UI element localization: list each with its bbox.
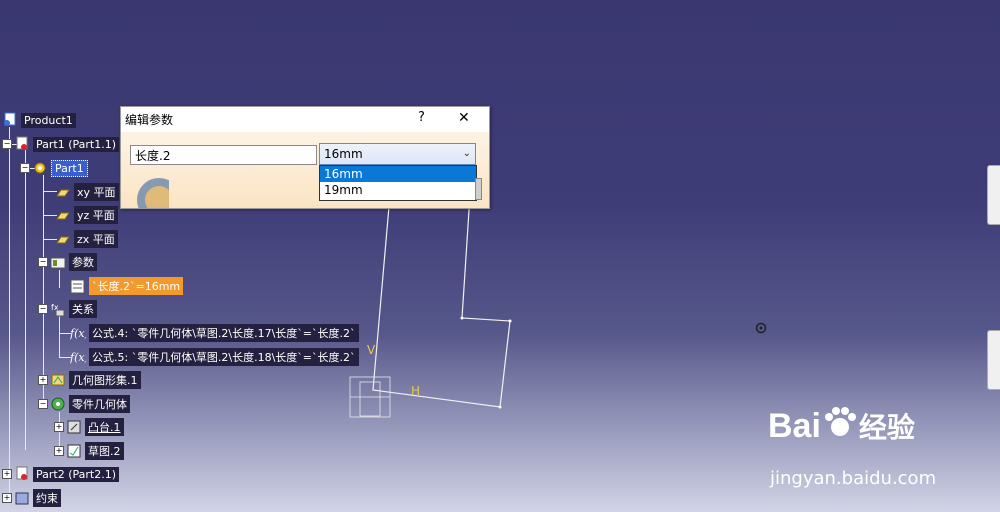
tree-part-body[interactable]: − 零件几何体 xyxy=(38,395,130,413)
tree-relations[interactable]: − fx 关系 xyxy=(38,300,97,318)
expand-icon[interactable]: + xyxy=(2,469,12,479)
product-icon xyxy=(2,112,18,128)
tree-geo-set[interactable]: + 几何图形集.1 xyxy=(38,371,141,389)
tree-part2[interactable]: + Part2 (Part2.1) xyxy=(2,465,120,483)
parameter-value-combo[interactable]: 16mm ⌄ xyxy=(319,143,476,165)
tree-label: 公式.4: `零件几何体\草图.2\长度.17\长度`=`长度.2` xyxy=(89,324,359,342)
close-button[interactable]: ✕ xyxy=(458,110,470,126)
pad-icon xyxy=(66,419,82,435)
tree-parameters[interactable]: − 参数 xyxy=(38,253,97,271)
dialog-ok-button-partial[interactable] xyxy=(475,178,482,200)
formula-icon: f(x) xyxy=(70,325,86,341)
dropdown-option-19mm[interactable]: 19mm xyxy=(320,182,476,198)
tree-label: Part2 (Part2.1) xyxy=(33,466,120,482)
tree-xy-plane[interactable]: xy 平面 xyxy=(55,183,119,201)
plane-icon xyxy=(55,184,71,200)
tree-label-highlighted: `长度.2`=16mm xyxy=(89,277,184,295)
part-icon xyxy=(14,466,30,482)
tree-label: zx 平面 xyxy=(74,230,118,248)
constraints-icon xyxy=(14,490,30,506)
paw-logo-icon xyxy=(824,407,856,436)
tree-label: 几何图形集.1 xyxy=(69,371,141,389)
parameters-icon xyxy=(50,254,66,270)
tree-label: Product1 xyxy=(21,112,76,128)
dialog-titlebar: 编辑参数 xyxy=(121,107,489,131)
gear-icon xyxy=(32,160,48,176)
watermark-brand2: 经验 xyxy=(858,411,915,444)
expand-icon[interactable]: + xyxy=(38,375,48,385)
part-icon xyxy=(14,136,30,152)
right-toolbar-bottom[interactable] xyxy=(987,330,1000,390)
right-toolbar-top[interactable] xyxy=(987,165,1000,225)
dialog-title: 编辑参数 xyxy=(125,112,174,127)
tree-sketch[interactable]: + 草图.2 xyxy=(54,442,124,460)
watermark-url: jingyan.baidu.com xyxy=(770,468,937,489)
tree-part1[interactable]: − Part1 (Part1.1) xyxy=(2,135,120,153)
tree-label: 参数 xyxy=(69,253,97,271)
expand-icon[interactable]: + xyxy=(54,422,64,432)
compass-point-icon xyxy=(755,322,767,334)
tree-zx-plane[interactable]: zx 平面 xyxy=(55,230,118,248)
tree-product1[interactable]: Product1 xyxy=(2,111,76,129)
geometrical-set-icon xyxy=(50,372,66,388)
tree-constraints[interactable]: + 约束 xyxy=(2,489,61,507)
v-axis-label: V xyxy=(367,343,376,357)
plane-icon xyxy=(55,231,71,247)
chevron-down-icon: ⌄ xyxy=(462,148,471,159)
value-dropdown-list: 16mm 19mm xyxy=(319,165,477,201)
sketch-profile xyxy=(372,195,511,408)
dialog-decoration-image xyxy=(137,178,169,208)
dropdown-option-16mm[interactable]: 16mm xyxy=(320,166,476,182)
body-gear-icon xyxy=(50,396,66,412)
plane-icon xyxy=(55,207,71,223)
watermark-brand: Bai xyxy=(768,407,821,445)
formula-icon: f(x) xyxy=(70,349,86,365)
collapse-icon[interactable]: − xyxy=(20,163,30,173)
help-button[interactable]: ? xyxy=(418,110,425,125)
tree-part1-body[interactable]: − Part1 xyxy=(20,159,88,177)
tree-label: xy 平面 xyxy=(74,183,119,201)
tree-label: Part1 (Part1.1) xyxy=(33,136,120,152)
sketch-icon xyxy=(66,443,82,459)
relations-icon: fx xyxy=(50,301,66,317)
svg-text:f(x): f(x) xyxy=(70,351,86,364)
parameter-icon xyxy=(70,278,86,294)
expand-icon[interactable]: + xyxy=(2,493,12,503)
collapse-icon[interactable]: − xyxy=(38,399,48,409)
collapse-icon[interactable]: − xyxy=(2,139,12,149)
combo-selected-value: 16mm xyxy=(324,147,363,161)
tree-yz-plane[interactable]: yz 平面 xyxy=(55,206,118,224)
tree-label: 公式.5: `零件几何体\草图.2\长度.18\长度`=`长度.2` xyxy=(89,348,359,366)
tree-label: 零件几何体 xyxy=(69,395,130,413)
tree-label: 凸台.1 xyxy=(85,418,124,436)
collapse-icon[interactable]: − xyxy=(38,257,48,267)
tree-label: 草图.2 xyxy=(85,442,124,460)
collapse-icon[interactable]: − xyxy=(38,304,48,314)
tree-pad[interactable]: + 凸台.1 xyxy=(54,418,124,436)
tree-label-selected: Part1 xyxy=(51,159,88,177)
parameter-name-field[interactable]: 长度.2 xyxy=(130,145,317,165)
expand-icon[interactable]: + xyxy=(54,446,64,456)
tree-label: yz 平面 xyxy=(74,206,118,224)
tree-formula4[interactable]: f(x) 公式.4: `零件几何体\草图.2\长度.17\长度`=`长度.2` xyxy=(70,324,359,342)
tree-label: 关系 xyxy=(69,300,97,318)
tree-param-length[interactable]: `长度.2`=16mm xyxy=(70,277,184,295)
sketch-viewport xyxy=(349,195,512,418)
svg-text:f(x): f(x) xyxy=(70,327,86,340)
baidu-watermark: Bai 经验 xyxy=(768,405,915,446)
tree-label: 约束 xyxy=(33,489,61,507)
h-axis-label: H xyxy=(411,384,421,398)
tree-formula5[interactable]: f(x) 公式.5: `零件几何体\草图.2\长度.18\长度`=`长度.2` xyxy=(70,348,359,366)
